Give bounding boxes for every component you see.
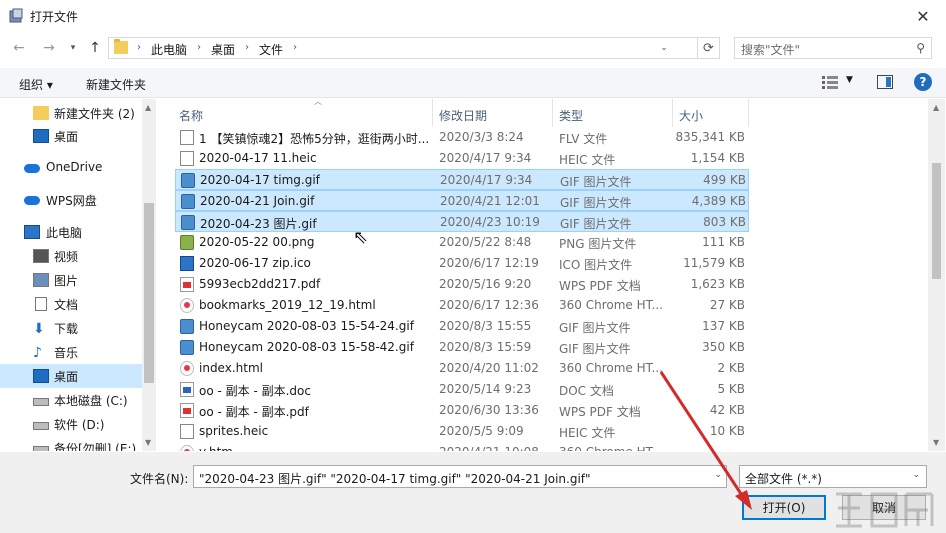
watermark-logo [836,492,934,528]
annotation-arrow [659,371,752,510]
